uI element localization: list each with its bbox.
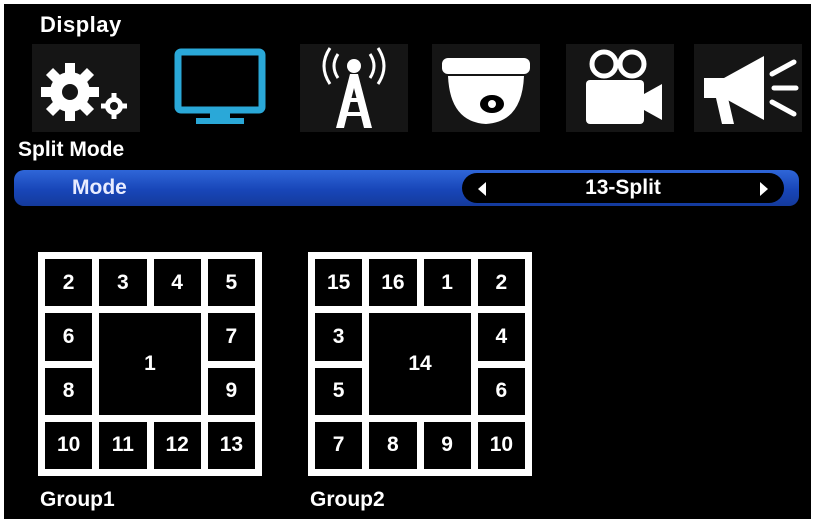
channel-cell: 9 <box>205 365 257 417</box>
channel-cell: 11 <box>97 419 149 471</box>
settings-gears-icon <box>41 63 127 121</box>
channel-cell: 5 <box>205 257 257 309</box>
channel-cell: 9 <box>421 419 473 471</box>
channel-cell: 16 <box>367 257 419 309</box>
alarm-tab[interactable] <box>694 44 802 132</box>
channel-cell: 13 <box>205 419 257 471</box>
channel-cell: 7 <box>313 419 365 471</box>
network-tab[interactable] <box>300 44 408 132</box>
split-layout-group1: 2 3 4 5 6 1 7 8 9 10 11 12 13 <box>38 252 262 476</box>
mode-selector[interactable]: 13-Split <box>462 173 784 203</box>
channel-cell: 6 <box>43 311 95 363</box>
antenna-tower-icon <box>322 47 386 128</box>
mode-label: Mode <box>72 176 127 199</box>
group2-label: Group2 <box>310 488 385 511</box>
channel-cell: 7 <box>205 311 257 363</box>
mode-row[interactable]: Mode 13-Split <box>14 170 799 206</box>
main-channel-cell: 14 <box>367 311 473 417</box>
channel-cell: 12 <box>151 419 203 471</box>
display-screen: Display Split Mode Mode 13-Split 2 3 4 5… <box>4 4 811 519</box>
channel-cell: 6 <box>475 365 527 417</box>
video-camera-icon <box>586 49 662 124</box>
menu-icon-bar <box>4 44 811 134</box>
channel-cell: 1 <box>421 257 473 309</box>
record-tab[interactable] <box>566 44 674 132</box>
settings-tab[interactable] <box>32 44 140 132</box>
channel-cell: 10 <box>475 419 527 471</box>
channel-cell: 10 <box>43 419 95 471</box>
channel-cell: 5 <box>313 365 365 417</box>
channel-cell: 8 <box>367 419 419 471</box>
arrow-right-icon[interactable] <box>760 182 768 196</box>
channel-cell: 4 <box>475 311 527 363</box>
section-title: Split Mode <box>18 138 125 161</box>
group1-label: Group1 <box>40 488 115 511</box>
split-layout-group2: 15 16 1 2 3 14 4 5 6 7 8 9 10 <box>308 252 532 476</box>
channel-cell: 3 <box>97 257 149 309</box>
megaphone-icon <box>704 56 799 124</box>
camera-tab[interactable] <box>432 44 540 132</box>
channel-cell: 15 <box>313 257 365 309</box>
main-channel-cell: 1 <box>97 311 203 417</box>
mode-value: 13-Split <box>585 176 661 199</box>
channel-cell: 3 <box>313 311 365 363</box>
display-tab[interactable] <box>166 44 274 132</box>
dome-camera-icon <box>442 58 530 124</box>
channel-cell: 4 <box>151 257 203 309</box>
monitor-icon <box>174 48 266 124</box>
channel-cell: 8 <box>43 365 95 417</box>
page-title: Display <box>40 12 122 37</box>
channel-cell: 2 <box>43 257 95 309</box>
channel-cell: 2 <box>475 257 527 309</box>
